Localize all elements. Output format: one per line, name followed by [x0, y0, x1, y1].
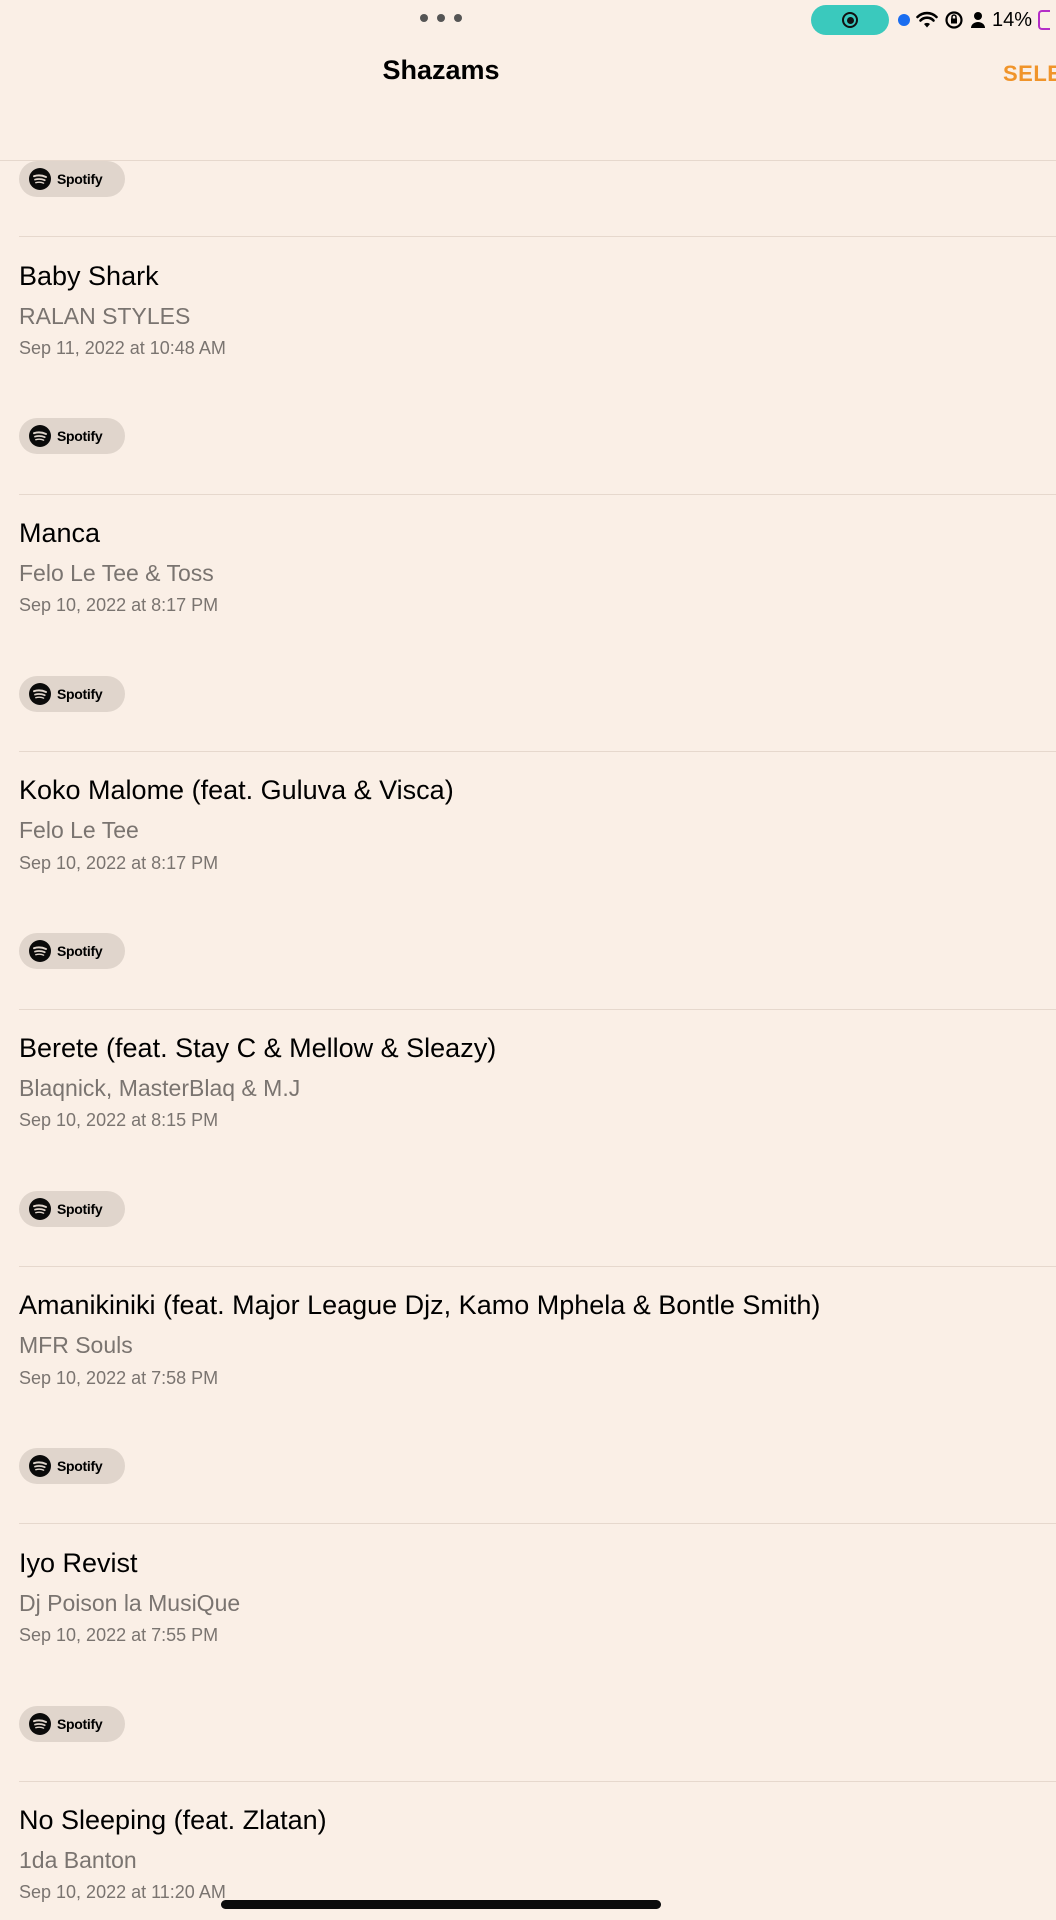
spotify-label: Spotify	[57, 1458, 103, 1474]
song-date: Sep 10, 2022 at 8:17 PM	[19, 853, 219, 873]
song-date: Sep 11, 2022 at 10:48 AM	[19, 338, 226, 358]
record-icon	[842, 12, 858, 28]
row-divider	[19, 751, 1056, 752]
wifi-icon	[916, 11, 938, 28]
spotify-icon	[29, 683, 51, 705]
song-title[interactable]: Iyo Revist	[19, 1548, 138, 1579]
spotify-icon	[29, 425, 51, 447]
song-title[interactable]: No Sleeping (feat. Zlatan)	[19, 1805, 327, 1836]
song-artist: Felo Le Tee & Toss	[19, 560, 214, 586]
person-icon	[971, 12, 985, 28]
location-dot-icon	[898, 14, 910, 26]
spotify-button[interactable]: Spotify	[19, 161, 125, 197]
spotify-icon	[29, 1198, 51, 1220]
spotify-label: Spotify	[57, 1201, 103, 1217]
spotify-button[interactable]: Spotify	[19, 933, 125, 969]
page-title: Shazams	[382, 55, 500, 85]
row-divider	[19, 236, 1056, 237]
row-divider	[19, 1009, 1056, 1010]
spotify-button[interactable]: Spotify	[19, 676, 125, 712]
spotify-label: Spotify	[57, 171, 103, 187]
song-title[interactable]: Koko Malome (feat. Guluva & Visca)	[19, 775, 454, 806]
spotify-label: Spotify	[57, 1716, 103, 1732]
song-artist: MFR Souls	[19, 1332, 133, 1358]
spotify-label: Spotify	[57, 686, 103, 702]
rotation-lock-icon	[945, 11, 963, 29]
song-artist: Dj Poison la MusiQue	[19, 1590, 241, 1616]
select-button[interactable]: SELE	[1003, 61, 1056, 87]
spotify-button[interactable]: Spotify	[19, 418, 125, 454]
spotify-button[interactable]: Spotify	[19, 1706, 125, 1742]
spotify-label: Spotify	[57, 428, 103, 444]
spotify-button[interactable]: Spotify	[19, 1191, 125, 1227]
spotify-icon	[29, 940, 51, 962]
row-divider	[19, 494, 1056, 495]
song-title[interactable]: Amanikiniki (feat. Major League Djz, Kam…	[19, 1290, 820, 1321]
battery-icon	[1038, 10, 1051, 30]
song-date: Sep 10, 2022 at 8:17 PM	[19, 595, 219, 615]
spotify-button[interactable]: Spotify	[19, 1448, 125, 1484]
song-artist: RALAN STYLES	[19, 303, 191, 329]
spotify-icon	[29, 1455, 51, 1477]
song-date: Sep 10, 2022 at 7:58 PM	[19, 1368, 219, 1388]
song-artist: Felo Le Tee	[19, 817, 139, 843]
song-title[interactable]: Baby Shark	[19, 261, 159, 292]
song-date: Sep 10, 2022 at 7:55 PM	[19, 1625, 219, 1645]
battery-percent: 14%	[992, 8, 1033, 31]
spotify-icon	[29, 168, 51, 190]
row-divider	[19, 1523, 1056, 1524]
status-icons: 14%	[898, 6, 1051, 34]
song-title[interactable]: Berete (feat. Stay C & Mellow & Sleazy)	[19, 1033, 496, 1064]
screen-recording-indicator[interactable]	[811, 5, 889, 35]
row-divider	[19, 1781, 1056, 1782]
nav-divider	[0, 160, 1056, 161]
song-artist: Blaqnick, MasterBlaq & M.J	[19, 1075, 301, 1101]
home-indicator[interactable]	[221, 1900, 661, 1909]
spotify-label: Spotify	[57, 943, 103, 959]
song-artist: 1da Banton	[19, 1847, 137, 1873]
song-date: Sep 10, 2022 at 11:20 AM	[19, 1882, 226, 1902]
row-divider	[19, 1266, 1056, 1267]
more-dots-icon[interactable]	[420, 11, 462, 25]
song-title[interactable]: Manca	[19, 518, 100, 549]
status-bar: 14%	[0, 0, 1056, 40]
song-date: Sep 10, 2022 at 8:15 PM	[19, 1110, 219, 1130]
spotify-icon	[29, 1713, 51, 1735]
